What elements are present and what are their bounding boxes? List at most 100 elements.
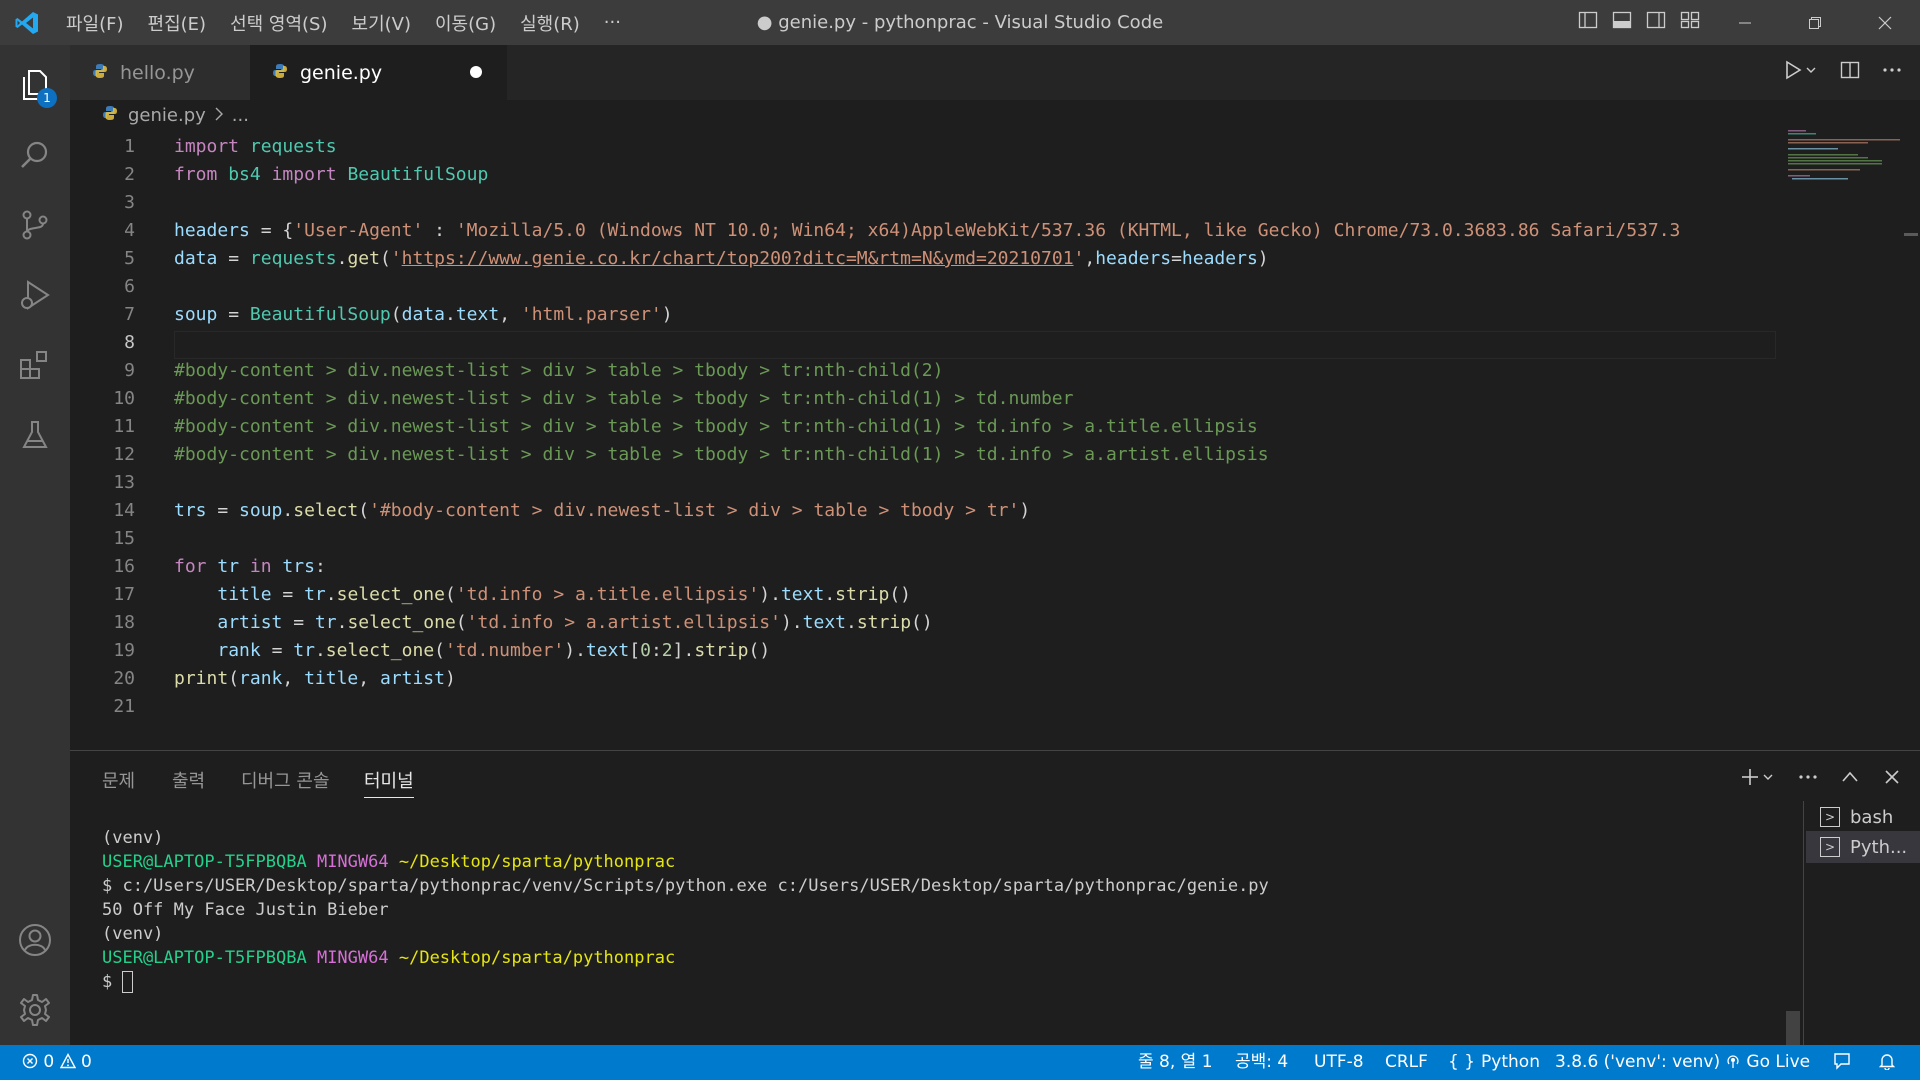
menu-view[interactable]: 보기(V): [340, 10, 423, 36]
source-control-icon[interactable]: [0, 190, 70, 260]
line-number: 5: [124, 248, 135, 269]
extensions-icon[interactable]: [0, 330, 70, 400]
menu-selection[interactable]: 선택 영역(S): [218, 10, 339, 36]
code-line[interactable]: 17 title = tr.select_one('td.info > a.ti…: [70, 581, 1780, 609]
code-line[interactable]: 21: [70, 693, 1780, 721]
more-actions-icon[interactable]: [1882, 60, 1902, 85]
terminal-scrollbar[interactable]: [1786, 1011, 1800, 1045]
code-line[interactable]: 14 trs = soup.select('#body-content > div…: [70, 497, 1780, 525]
tab-label: hello.py: [120, 61, 195, 84]
code-line[interactable]: 10 #body-content > div.newest-list > div …: [70, 385, 1780, 413]
line-number: 7: [124, 304, 135, 325]
selector-string: 'td.number': [445, 640, 565, 661]
comment-line: #body-content > div.newest-list > div > …: [174, 360, 944, 381]
line-number: 13: [113, 472, 135, 493]
menu-file[interactable]: 파일(F): [54, 10, 136, 36]
code-line[interactable]: 11 #body-content > div.newest-list > div …: [70, 413, 1780, 441]
toggle-secondary-sidebar-icon[interactable]: [1646, 10, 1666, 35]
terminal-item-bash[interactable]: > bash: [1806, 801, 1920, 833]
line-number: 8: [124, 332, 135, 353]
breadcrumb: genie.py ...: [70, 100, 1920, 130]
customize-layout-icon[interactable]: [1680, 10, 1700, 35]
run-python-file-icon[interactable]: [1784, 60, 1818, 85]
menu-run[interactable]: 실행(R): [508, 10, 592, 36]
code-editor[interactable]: 1 import requests 2 from bs4 import Beauti…: [70, 130, 1920, 750]
search-icon[interactable]: [0, 120, 70, 190]
code-line[interactable]: 19 rank = tr.select_one('td.number').tex…: [70, 637, 1780, 665]
more-actions-icon[interactable]: [1798, 767, 1818, 792]
encoding[interactable]: UTF-8: [1314, 1045, 1364, 1080]
url-link[interactable]: https://www.genie.co.kr/chart/top200?dit…: [402, 248, 1074, 269]
window-controls: [1710, 0, 1920, 45]
menu-go[interactable]: 이동(G): [423, 10, 508, 36]
code-line[interactable]: 20 print(rank, title, artist): [70, 665, 1780, 693]
notifications-bell-icon[interactable]: [1878, 1045, 1896, 1080]
line-number: 16: [113, 556, 135, 577]
code-line[interactable]: 9 #body-content > div.newest-list > div >…: [70, 357, 1780, 385]
problems-status[interactable]: 0 0: [22, 1045, 92, 1080]
toggle-panel-icon[interactable]: [1612, 10, 1632, 35]
terminal-line: (venv): [102, 828, 164, 848]
line-ending[interactable]: CRLF: [1385, 1045, 1428, 1080]
menu-edit[interactable]: 편집(E): [136, 10, 219, 36]
minimap[interactable]: [1782, 130, 1902, 750]
menu-more[interactable]: ···: [592, 12, 633, 33]
cursor-position[interactable]: 줄 8, 열 1: [1138, 1045, 1213, 1080]
code-line[interactable]: 6: [70, 273, 1780, 301]
files-icon[interactable]: 1: [0, 50, 70, 120]
selector-string: '#body-content > div.newest-list > div >…: [369, 500, 1020, 521]
line-number: 6: [124, 276, 135, 297]
code-line[interactable]: 5 data = requests.get('https://www.genie.…: [70, 245, 1780, 273]
code-line[interactable]: 15: [70, 525, 1780, 553]
close-icon[interactable]: [1850, 0, 1920, 45]
editor-scrollbar[interactable]: [1902, 130, 1920, 750]
code-line[interactable]: 16 for tr in trs:: [70, 553, 1780, 581]
vscode-logo-icon: [0, 0, 54, 45]
terminal-item-python[interactable]: > Pyth...: [1806, 831, 1920, 863]
terminal-line: (venv): [102, 924, 164, 944]
tab-debug-console[interactable]: 디버그 콘솔: [241, 767, 330, 797]
unsaved-dot-icon[interactable]: [470, 66, 482, 78]
python-interpreter[interactable]: 3.8.6 ('venv': venv): [1555, 1045, 1720, 1080]
line-number: 18: [113, 612, 135, 633]
restore-icon[interactable]: [1780, 0, 1850, 45]
language-mode[interactable]: { } Python: [1448, 1045, 1540, 1080]
split-editor-icon[interactable]: [1840, 60, 1860, 85]
account-icon[interactable]: [0, 905, 70, 975]
terminal-icon: >: [1820, 837, 1840, 857]
run-debug-icon[interactable]: [0, 260, 70, 330]
terminal-output[interactable]: (venv) USER@LAPTOP-T5FPBQBA MINGW64 ~/Des…: [102, 826, 1762, 994]
breadcrumb-file[interactable]: genie.py: [128, 105, 206, 126]
tab-hello-py[interactable]: hello.py: [70, 45, 250, 100]
tab-terminal[interactable]: 터미널: [364, 767, 414, 798]
code-line[interactable]: 12 #body-content > div.newest-list > div …: [70, 441, 1780, 469]
code-line[interactable]: 18 artist = tr.select_one('td.info > a.a…: [70, 609, 1780, 637]
code-line[interactable]: 3: [70, 189, 1780, 217]
tab-genie-py[interactable]: genie.py: [250, 45, 507, 100]
tab-problems[interactable]: 문제: [102, 767, 135, 797]
selector-string: 'td.info > a.artist.ellipsis': [466, 612, 781, 633]
code-line[interactable]: 2 from bs4 import BeautifulSoup: [70, 161, 1780, 189]
line-number: 19: [113, 640, 135, 661]
terminal-list: > bash > Pyth...: [1803, 801, 1920, 1046]
new-terminal-icon[interactable]: [1740, 767, 1776, 792]
breadcrumb-symbols[interactable]: ...: [232, 105, 249, 126]
code-line[interactable]: 13: [70, 469, 1780, 497]
code-line[interactable]: 7 soup = BeautifulSoup(data.text, 'html.p…: [70, 301, 1780, 329]
toggle-primary-sidebar-icon[interactable]: [1578, 10, 1598, 35]
minimize-icon[interactable]: [1710, 0, 1780, 45]
settings-gear-icon[interactable]: [0, 975, 70, 1045]
code-line[interactable]: 1 import requests: [70, 133, 1780, 161]
python-file-icon: [102, 105, 118, 126]
testing-icon[interactable]: [0, 400, 70, 470]
go-live-button[interactable]: Go Live: [1725, 1045, 1810, 1080]
code-line[interactable]: 4 headers = {'User-Agent' : 'Mozilla/5.0 …: [70, 217, 1780, 245]
line-number: 12: [113, 444, 135, 465]
maximize-panel-icon[interactable]: [1840, 767, 1860, 792]
feedback-icon[interactable]: [1832, 1045, 1852, 1080]
close-panel-icon[interactable]: [1882, 767, 1902, 792]
indentation[interactable]: 공백: 4: [1235, 1045, 1288, 1080]
tab-output[interactable]: 출력: [172, 767, 205, 797]
terminal-input-line[interactable]: $: [102, 970, 1762, 994]
code-line[interactable]: 8: [70, 329, 1780, 357]
